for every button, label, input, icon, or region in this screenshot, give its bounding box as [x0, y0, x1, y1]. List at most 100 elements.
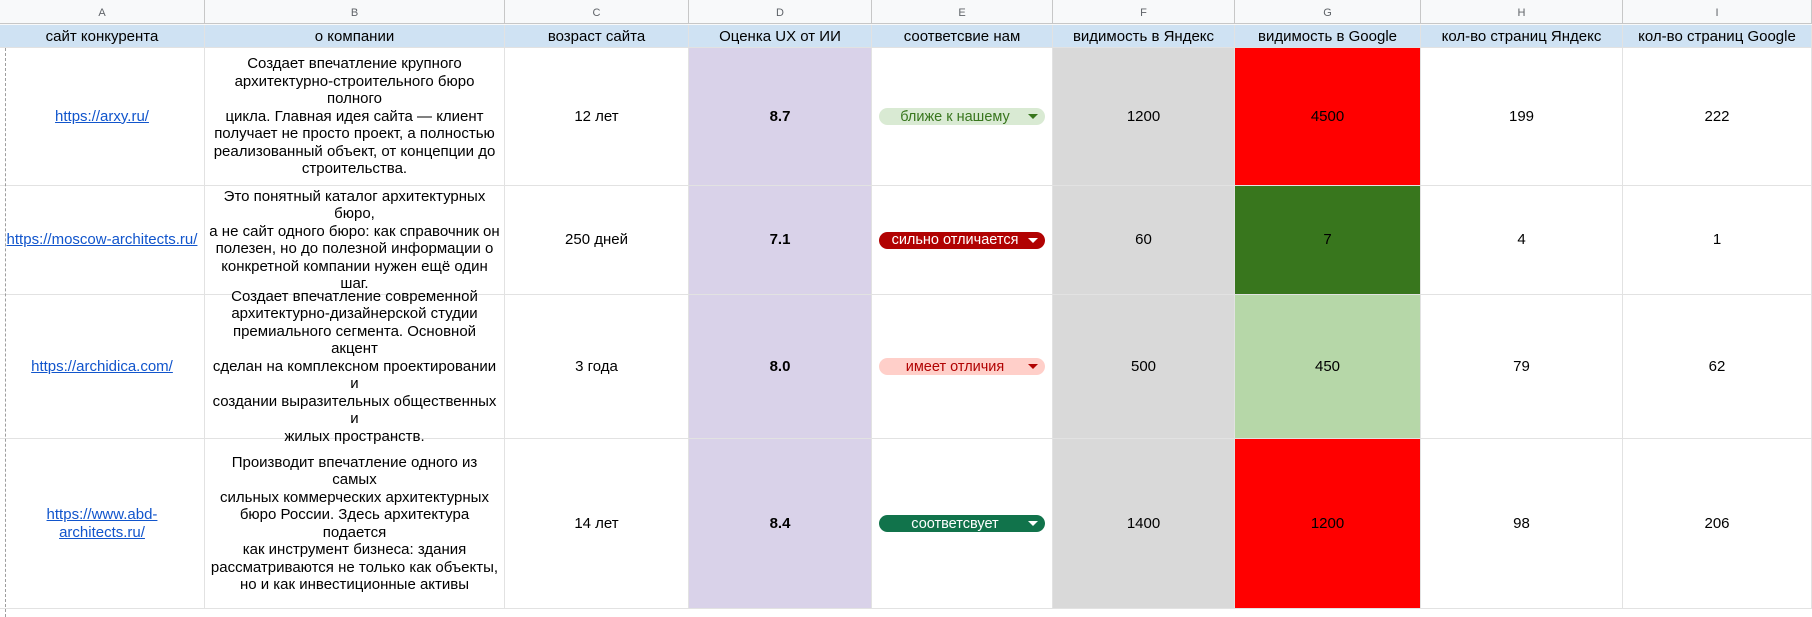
cell-match[interactable]: имеет отличия	[872, 295, 1053, 439]
site-link[interactable]: https://archidica.com/	[27, 358, 177, 376]
cell-vis-yandex[interactable]: 1200	[1053, 48, 1235, 186]
about-text: Создает впечатление крупного архитектурно…	[205, 55, 504, 178]
cell-pages-google[interactable]: 206	[1623, 439, 1812, 609]
cell-age[interactable]: 3 года	[505, 295, 689, 439]
age-value: 3 года	[575, 357, 618, 375]
about-text-line: строительства.	[301, 160, 408, 178]
column-letter-6[interactable]: G	[1235, 0, 1421, 24]
header-ux[interactable]: Оценка UX от ИИ	[689, 25, 872, 48]
header-vis-yandex[interactable]: видимость в Яндекс	[1053, 25, 1235, 48]
vis-google-value: 1200	[1310, 514, 1345, 532]
age-value: 250 дней	[565, 231, 628, 249]
cell-pages-yandex[interactable]: 79	[1421, 295, 1623, 439]
pages-google-value: 62	[1708, 357, 1726, 375]
cell-vis-yandex[interactable]: 1400	[1053, 439, 1235, 609]
vis-yandex-value: 500	[1130, 357, 1157, 375]
cell-age[interactable]: 250 дней	[505, 186, 689, 295]
cell-site[interactable]: https://archidica.com/	[0, 295, 205, 439]
match-chip-label: соответсвует	[911, 515, 999, 532]
column-letter-2[interactable]: C	[505, 0, 689, 24]
match-dropdown-chip[interactable]: ближе к нашему	[879, 108, 1045, 125]
cell-pages-yandex[interactable]: 199	[1421, 48, 1623, 186]
pages-yandex-value: 199	[1508, 107, 1535, 125]
match-chip-label: имеет отличия	[905, 358, 1005, 375]
pages-yandex-value: 98	[1513, 514, 1530, 532]
match-chip-label: ближе к нашему	[900, 108, 1010, 125]
vis-google-value: 450	[1314, 357, 1341, 375]
cell-ux[interactable]: 8.7	[689, 48, 872, 186]
age-value: 12 лет	[574, 107, 619, 125]
cell-pages-yandex[interactable]: 4	[1421, 186, 1623, 295]
ux-value: 7.1	[769, 231, 791, 249]
cell-vis-yandex[interactable]: 500	[1053, 295, 1235, 439]
cell-ux[interactable]: 7.1	[689, 186, 872, 295]
column-letter-5[interactable]: F	[1053, 0, 1235, 24]
cell-ux[interactable]: 8.0	[689, 295, 872, 439]
about-text-line: архитектурно-строительного бюро полного	[234, 72, 475, 108]
cell-about[interactable]: Производит впечатление одного из самых си…	[205, 439, 505, 609]
cell-vis-google[interactable]: 4500	[1235, 48, 1421, 186]
vis-google-value: 7	[1323, 231, 1332, 249]
cell-pages-yandex[interactable]: 98	[1421, 439, 1623, 609]
about-text-line: но и как инвестиционные активы	[239, 576, 470, 593]
cell-age[interactable]: 14 лет	[505, 439, 689, 609]
about-text: Создает впечатление современной архитекту…	[205, 288, 504, 446]
column-letter-0[interactable]: A	[0, 0, 205, 24]
cell-match[interactable]: сильно отличается	[872, 186, 1053, 295]
cell-ux[interactable]: 8.4	[689, 439, 872, 609]
cell-site[interactable]: https://arxy.ru/	[0, 48, 205, 186]
about-text-line: как инструмент бизнеса: здания	[242, 541, 467, 558]
cell-vis-yandex[interactable]: 60	[1053, 186, 1235, 295]
cell-age[interactable]: 12 лет	[505, 48, 689, 186]
site-link[interactable]: https://arxy.ru/	[51, 108, 153, 126]
cell-about[interactable]: Это понятный каталог архитектурных бюро,…	[205, 186, 505, 295]
cell-match[interactable]: ближе к нашему	[872, 48, 1053, 186]
match-dropdown-chip[interactable]: сильно отличается	[879, 231, 1045, 249]
chevron-down-icon[interactable]	[1028, 521, 1038, 526]
header-age[interactable]: возраст сайта	[505, 25, 689, 48]
chevron-down-icon[interactable]	[1028, 114, 1038, 119]
about-text-line: Создает впечатление крупного	[247, 55, 462, 73]
column-letter-3[interactable]: D	[689, 0, 872, 24]
cell-pages-google[interactable]: 62	[1623, 295, 1812, 439]
about-text-line: цикла. Главная идея сайта — клиент	[225, 107, 484, 125]
vis-yandex-value: 1200	[1126, 107, 1161, 125]
cell-match[interactable]: соответсвует	[872, 439, 1053, 609]
cell-pages-google[interactable]: 1	[1623, 186, 1812, 295]
about-text-line: Создает впечатление современной	[231, 287, 478, 305]
cell-pages-google[interactable]: 222	[1623, 48, 1812, 186]
about-text-line: рассматриваются не только как объекты,	[210, 558, 499, 576]
cell-site[interactable]: https://moscow-architects.ru/	[0, 186, 205, 295]
site-link[interactable]: https://www.abd-architects.ru/	[0, 506, 204, 541]
about-text-line: создании выразительных общественных и	[212, 392, 497, 428]
column-letter-4[interactable]: E	[872, 0, 1053, 24]
selection-border	[5, 48, 6, 617]
header-match[interactable]: соответсвие нам	[872, 25, 1053, 48]
column-letter-7[interactable]: H	[1421, 0, 1623, 24]
header-vis-google[interactable]: видимость в Google	[1235, 25, 1421, 48]
header-about[interactable]: о компании	[205, 25, 505, 48]
cell-about[interactable]: Создает впечатление крупного архитектурно…	[205, 48, 505, 186]
site-link[interactable]: https://moscow-architects.ru/	[3, 231, 202, 249]
header-pages-google[interactable]: кол-во страниц Google	[1623, 25, 1812, 48]
match-dropdown-chip[interactable]: имеет отличия	[879, 358, 1045, 375]
header-pages-yandex[interactable]: кол-во страниц Яндекс	[1421, 25, 1623, 48]
age-value: 14 лет	[574, 514, 619, 532]
about-text-line: сильных коммерческих архитектурных	[220, 488, 489, 506]
pages-google-value: 206	[1704, 514, 1730, 532]
cell-vis-google[interactable]: 7	[1235, 186, 1421, 295]
cell-site[interactable]: https://www.abd-architects.ru/	[0, 439, 205, 609]
column-letter-1[interactable]: B	[205, 0, 505, 24]
about-text-line: премиального сегмента. Основной акцент	[232, 322, 477, 358]
match-dropdown-chip[interactable]: соответсвует	[879, 515, 1045, 532]
cell-vis-google[interactable]: 450	[1235, 295, 1421, 439]
cell-about[interactable]: Создает впечатление современной архитекту…	[205, 288, 505, 445]
chevron-down-icon[interactable]	[1028, 237, 1038, 243]
about-text-line: а не сайт одного бюро: как справочник он	[209, 222, 500, 240]
column-letter-8[interactable]: I	[1623, 0, 1812, 24]
cell-vis-google[interactable]: 1200	[1235, 439, 1421, 609]
pages-yandex-value: 4	[1517, 231, 1526, 249]
chevron-down-icon[interactable]	[1028, 364, 1038, 369]
pages-yandex-value: 79	[1513, 357, 1530, 375]
header-site[interactable]: сайт конкурента	[0, 25, 205, 48]
